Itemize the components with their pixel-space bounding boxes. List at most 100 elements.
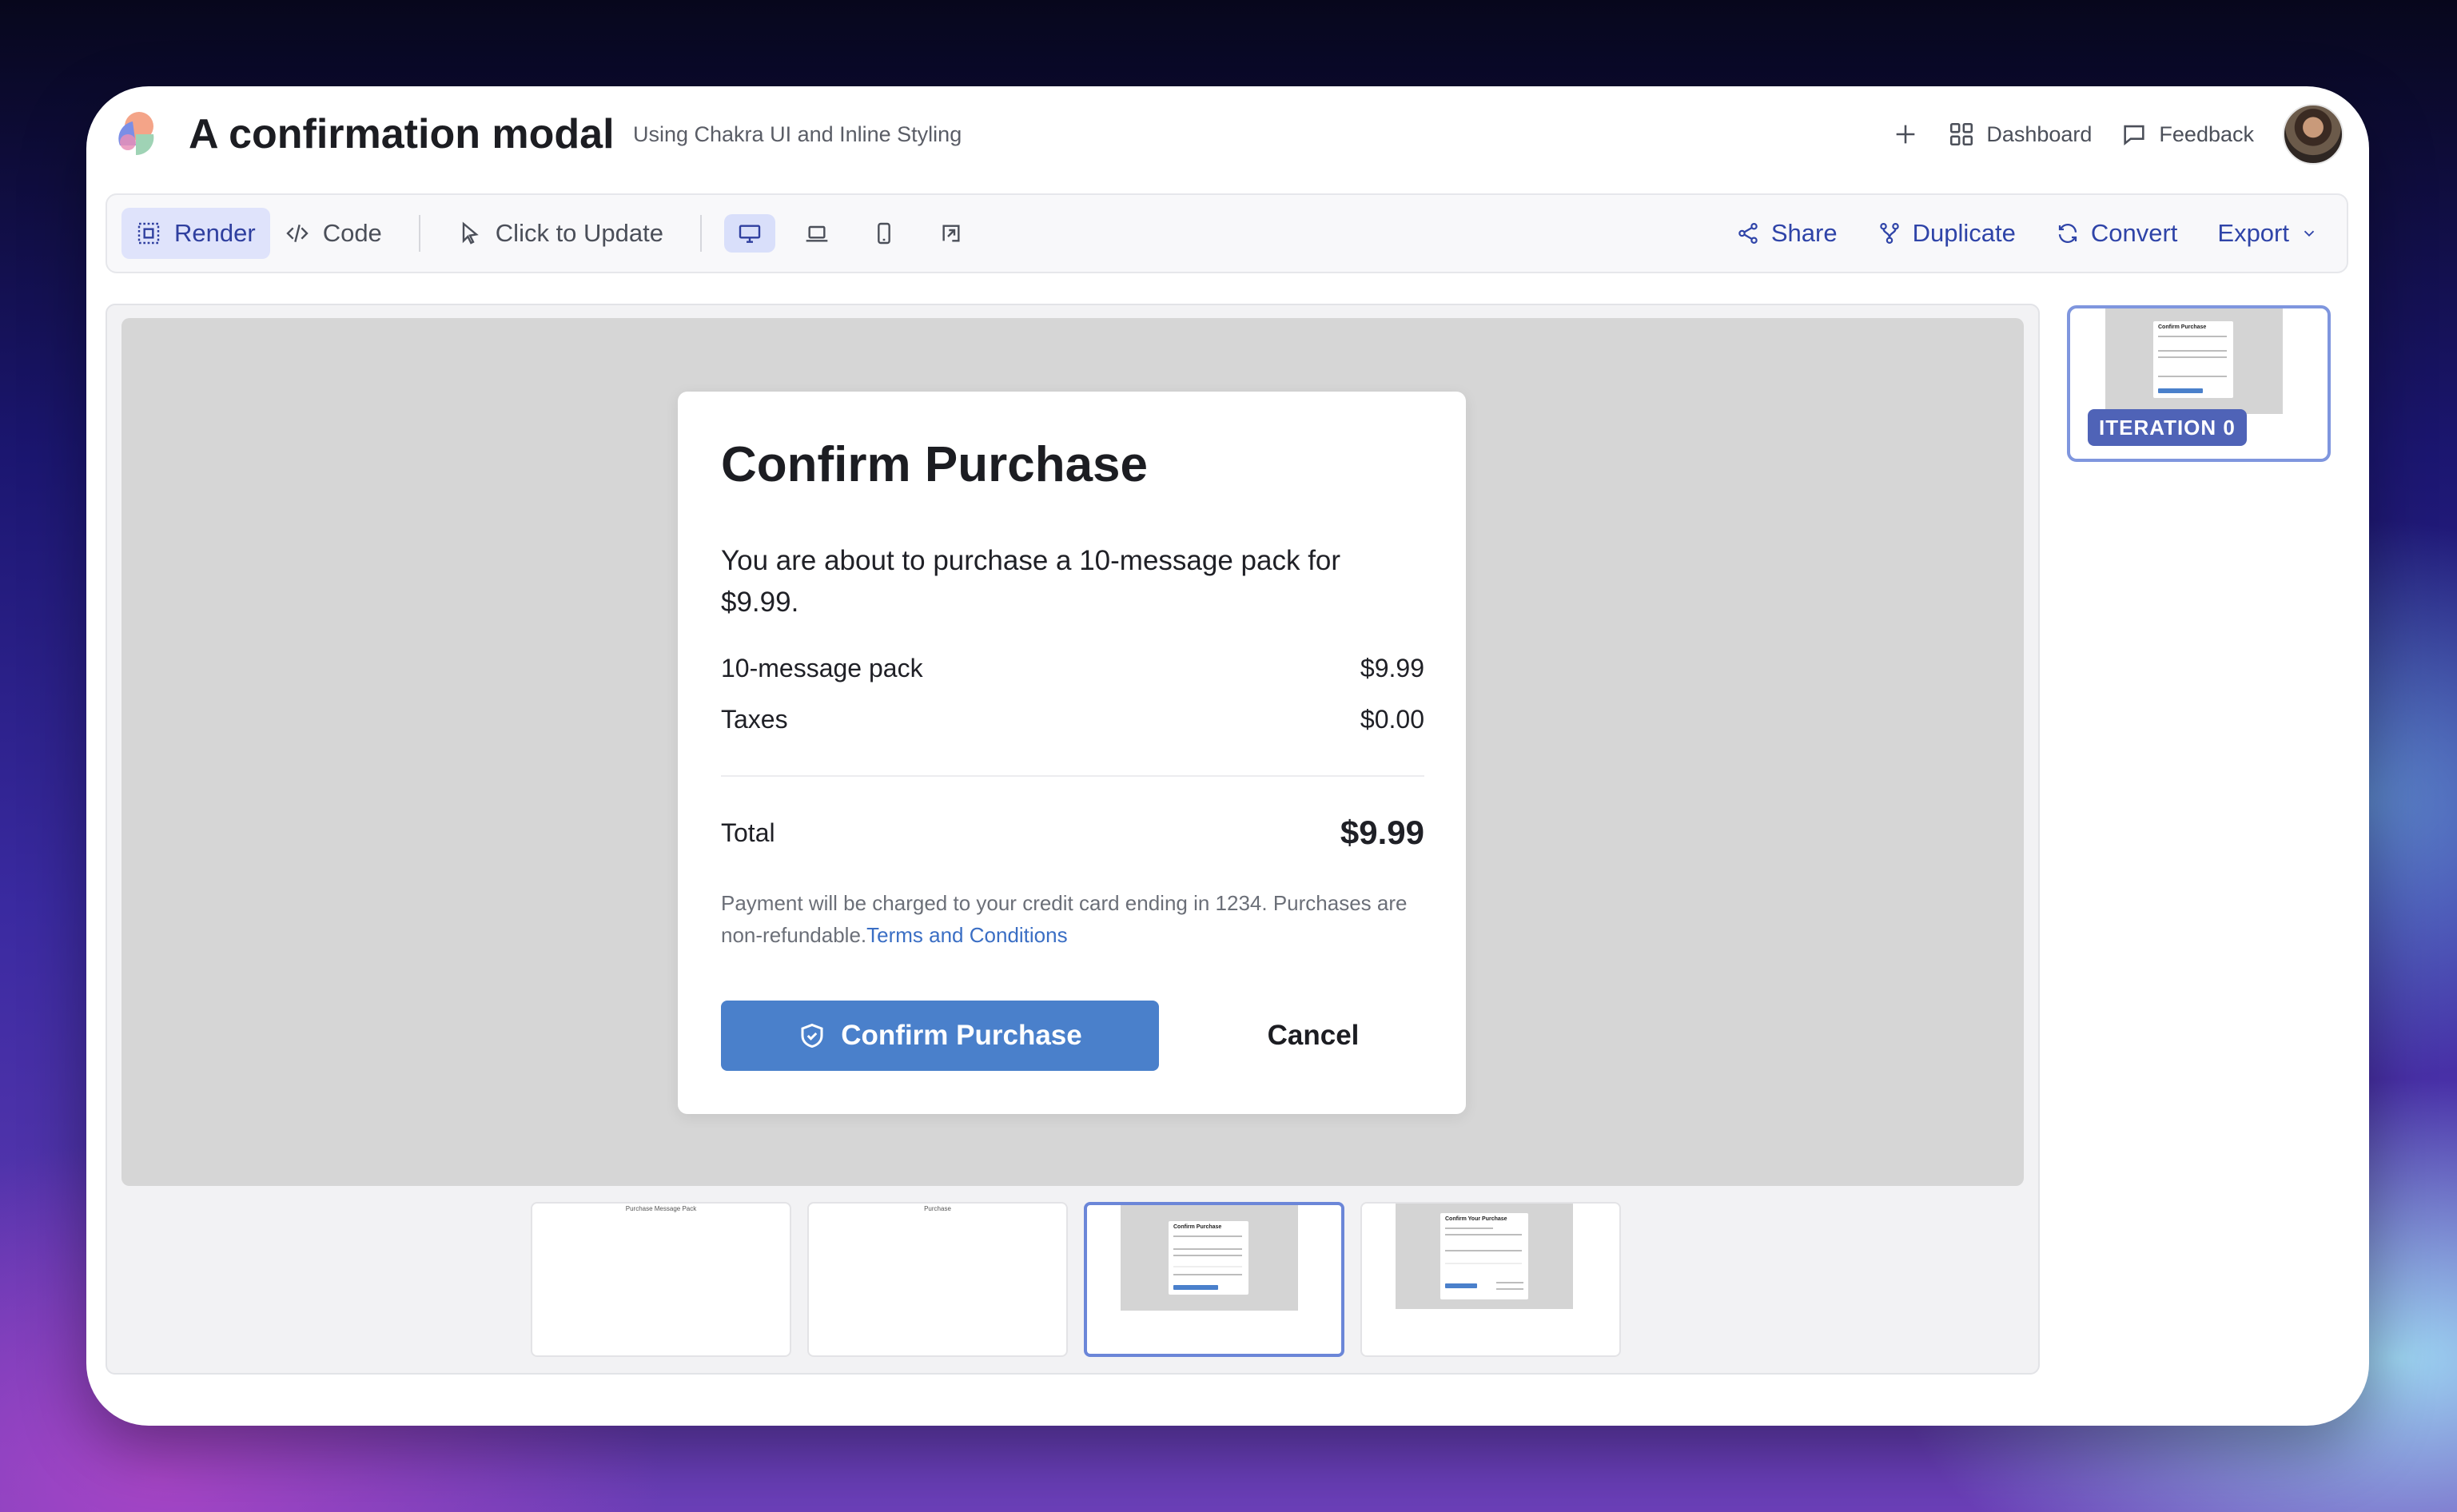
mini-line: [1173, 1248, 1242, 1250]
mini-modal: Confirm Purchase: [1169, 1221, 1248, 1295]
duplicate-label: Duplicate: [1912, 219, 2016, 247]
line-item-label: Taxes: [721, 705, 788, 734]
export-label: Export: [2217, 219, 2289, 247]
app-window: A confirmation modal Using Chakra UI and…: [86, 86, 2369, 1426]
feedback-label: Feedback: [2159, 121, 2254, 146]
plus-icon: [1896, 125, 1915, 144]
confirmation-modal: Confirm Purchase You are about to purcha…: [678, 392, 1466, 1114]
code-label: Code: [322, 219, 382, 247]
thumbnail-caption: Purchase Message Pack: [625, 1205, 697, 1212]
page-title: A confirmation modal: [189, 111, 615, 157]
confirm-label: Confirm Purchase: [841, 1020, 1082, 1051]
page-subtitle: Using Chakra UI and Inline Styling: [633, 122, 962, 146]
fullscreen-view-button[interactable]: [926, 214, 977, 253]
divider: [721, 775, 1424, 777]
refresh-icon: [2058, 224, 2077, 243]
mini-line: [1173, 1274, 1242, 1275]
feedback-button[interactable]: Feedback: [2121, 121, 2254, 148]
chat-icon: [2124, 125, 2145, 145]
canvas-panel: Confirm Purchase You are about to purcha…: [106, 304, 2040, 1375]
share-label: Share: [1770, 219, 1838, 247]
version-thumbnails: Purchase Message Pack Purchase Confirm P…: [531, 1202, 1621, 1357]
mini-button: [2158, 388, 2203, 393]
thumbnail-1[interactable]: Purchase Message Pack: [531, 1202, 791, 1357]
line-item-value: $0.00: [1360, 705, 1424, 734]
new-button[interactable]: [1892, 121, 1919, 148]
desktop-icon: [739, 225, 761, 243]
dashboard-button[interactable]: Dashboard: [1948, 121, 2092, 148]
share-icon: [1738, 223, 1758, 244]
iteration-card[interactable]: Confirm Purchase ITERATION 0: [2067, 305, 2331, 462]
line-item-label: 10-message pack: [721, 654, 923, 682]
mobile-view-button[interactable]: [858, 214, 910, 253]
line-item: 10-message pack $9.99: [721, 649, 1424, 687]
mini-line: [1445, 1234, 1522, 1235]
iteration-badge: ITERATION 0: [2088, 409, 2247, 446]
line-item-value: $9.99: [1360, 654, 1424, 682]
laptop-view-button[interactable]: [791, 214, 842, 253]
click-to-update-label: Click to Update: [495, 219, 664, 247]
share-button[interactable]: Share: [1736, 219, 1838, 248]
thumbnail-preview: Confirm Purchase: [1121, 1205, 1298, 1311]
convert-button[interactable]: Convert: [2056, 219, 2178, 248]
mini-button: [1445, 1283, 1477, 1288]
mini-line: [2158, 376, 2227, 377]
shield-check-icon: [801, 1023, 823, 1048]
header-actions: Dashboard Feedback: [1892, 104, 2344, 165]
thumbnail-preview: Confirm Your Purchase: [1396, 1204, 1573, 1309]
mini-line: [1445, 1250, 1522, 1251]
payment-note: Payment will be charged to your credit c…: [721, 887, 1432, 951]
mini-line: [1173, 1255, 1242, 1256]
thumbnail-3[interactable]: Confirm Purchase: [1084, 1202, 1344, 1357]
iteration-preview: Confirm Purchase: [2105, 308, 2283, 414]
chevron-down-icon: [2304, 230, 2315, 237]
mini-title: Confirm Purchase: [1173, 1224, 1222, 1230]
render-preview: Confirm Purchase You are about to purcha…: [121, 318, 2024, 1186]
mini-line: [2158, 356, 2227, 358]
render-label: Render: [174, 219, 256, 247]
modal-title: Confirm Purchase: [721, 437, 1149, 492]
terms-link[interactable]: Terms and Conditions: [866, 923, 1067, 947]
thumbnail-caption: Purchase: [924, 1205, 951, 1212]
duplicate-button[interactable]: Duplicate: [1878, 219, 2016, 248]
mini-line: [1496, 1282, 1523, 1283]
user-avatar[interactable]: [2283, 104, 2344, 165]
mini-modal: Confirm Purchase: [2153, 321, 2233, 398]
mini-line: [2158, 336, 2227, 337]
mini-line: [1173, 1266, 1242, 1267]
fork-icon: [1879, 223, 1899, 244]
cursor-icon: [462, 221, 479, 245]
total-row: Total $9.99: [721, 809, 1424, 857]
total-label: Total: [721, 818, 775, 847]
mini-line: [1445, 1228, 1493, 1229]
total-value: $9.99: [1340, 814, 1424, 851]
line-item: Taxes $0.00: [721, 700, 1424, 738]
mini-title: Confirm Purchase: [2158, 324, 2207, 330]
mini-line: [1173, 1235, 1242, 1237]
convert-label: Convert: [2090, 219, 2178, 247]
toolbar-divider: [418, 215, 420, 252]
desktop-view-button[interactable]: [724, 214, 776, 253]
export-button[interactable]: Export: [2217, 219, 2318, 248]
thumbnail-4[interactable]: Confirm Your Purchase: [1360, 1202, 1621, 1357]
mobile-icon: [878, 222, 890, 245]
laptop-icon: [806, 225, 828, 242]
confirm-purchase-button[interactable]: Confirm Purchase: [721, 1001, 1159, 1071]
code-tab[interactable]: Code: [270, 208, 396, 259]
cancel-button[interactable]: Cancel: [1189, 1001, 1437, 1071]
render-icon: [137, 222, 160, 245]
thumbnail-2[interactable]: Purchase: [807, 1202, 1068, 1357]
mini-line: [2158, 350, 2227, 352]
click-to-update-button[interactable]: Click to Update: [443, 208, 678, 259]
expand-icon: [942, 225, 960, 242]
toolbar: Render Code Click to Update Share Duplic…: [106, 193, 2348, 273]
mini-line: [1445, 1263, 1522, 1264]
render-tab[interactable]: Render: [121, 208, 270, 259]
mini-button: [1173, 1285, 1218, 1290]
toolbar-divider: [700, 215, 703, 252]
code-icon: [285, 225, 309, 242]
mini-line: [1496, 1288, 1523, 1290]
mini-modal: Confirm Your Purchase: [1440, 1213, 1528, 1299]
app-logo[interactable]: [112, 110, 160, 158]
dashboard-label: Dashboard: [1986, 121, 2093, 146]
